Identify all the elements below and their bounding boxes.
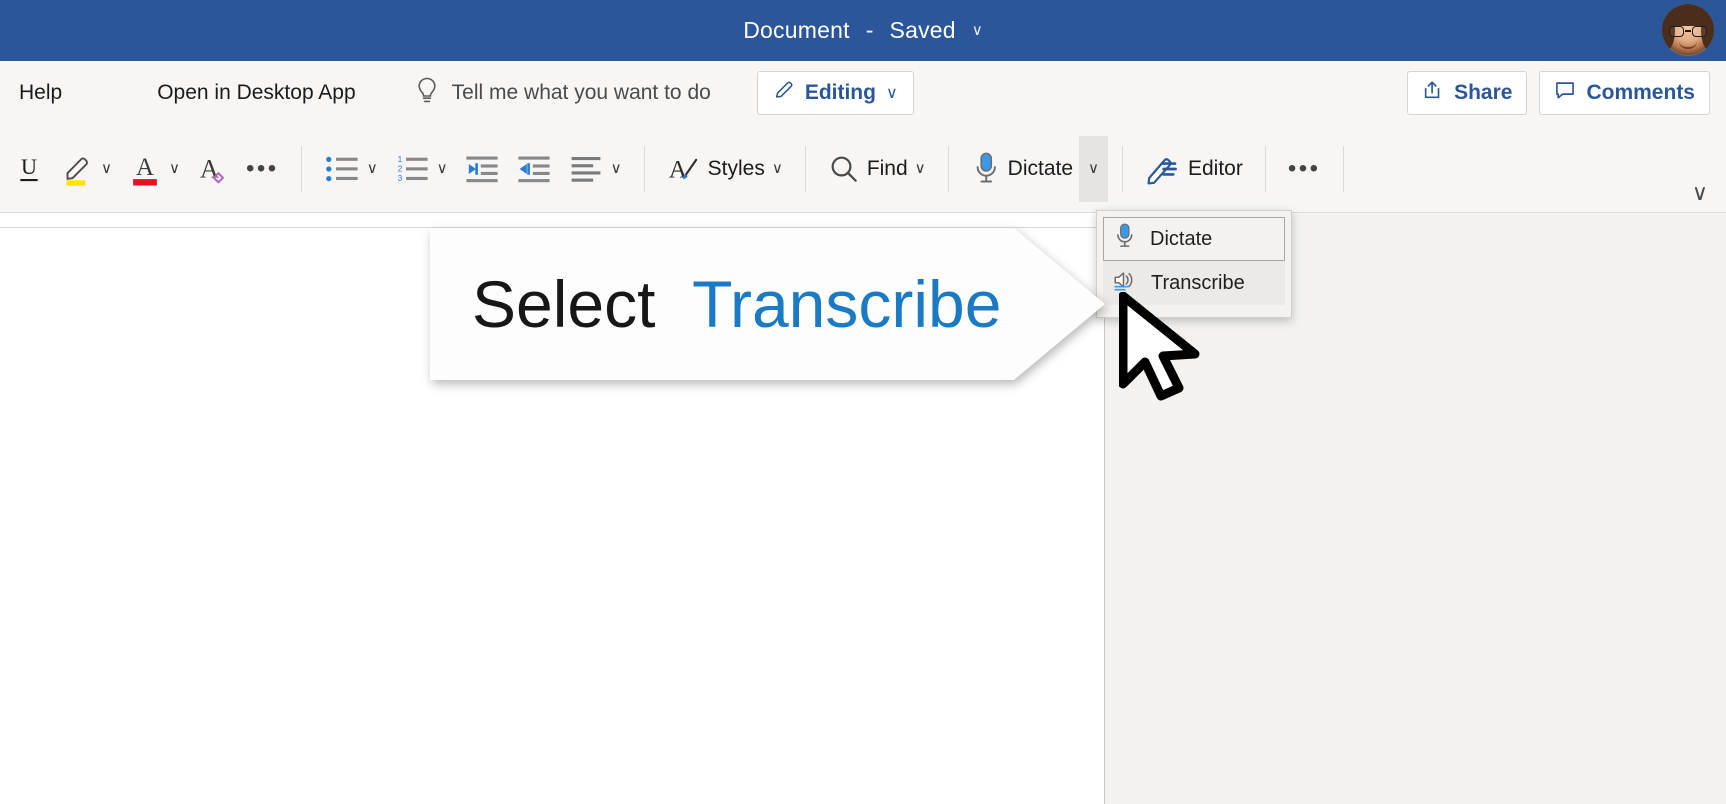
document-title: Document [743, 17, 850, 43]
lightbulb-icon [415, 76, 439, 111]
styles-chevron-down-icon[interactable]: ∨ [772, 161, 783, 176]
decrease-indent-icon [466, 156, 498, 182]
help-menu-item[interactable]: Help [19, 81, 62, 105]
collapse-ribbon-chevron-icon[interactable]: ∨ [1692, 180, 1708, 206]
styles-icon: A [668, 154, 697, 183]
comments-button[interactable]: Comments [1539, 71, 1710, 115]
svg-text:U: U [21, 153, 37, 178]
callout-prefix: Select [472, 267, 656, 341]
text-highlight-button[interactable]: ∨ [52, 143, 120, 195]
underline-button[interactable]: U [6, 143, 52, 195]
menu-item-dictate[interactable]: Dictate [1103, 217, 1285, 261]
styles-label: Styles [707, 156, 765, 180]
ribbon-divider-2 [643, 145, 645, 192]
callout-highlight-word: Transcribe [692, 267, 1002, 341]
command-bar: Help Open in Desktop App Tell me what yo… [0, 61, 1726, 125]
dictate-label: Dictate [1007, 156, 1074, 180]
menu-item-dictate-label: Dictate [1150, 227, 1213, 250]
font-color-chevron-down-icon[interactable]: ∨ [169, 161, 180, 176]
editor-label: Editor [1188, 156, 1243, 180]
editor-button[interactable]: Editor [1137, 143, 1251, 195]
alignment-button[interactable]: ∨ [560, 143, 630, 195]
text-highlight-icon [66, 157, 88, 186]
dictate-button[interactable]: Dictate [963, 143, 1077, 195]
numbered-list-icon: 1 2 3 [397, 153, 428, 183]
editor-pen-icon [1147, 157, 1177, 184]
ribbon-overflow-icon: ••• [1287, 154, 1321, 182]
editing-mode-button[interactable]: Editing ∨ [756, 71, 914, 115]
ribbon-divider-3 [804, 145, 806, 192]
svg-text:3: 3 [397, 173, 402, 183]
increase-indent-button[interactable] [508, 143, 560, 195]
ribbon-overflow-button[interactable]: ••• [1280, 143, 1329, 195]
tell-me-placeholder: Tell me what you want to do [451, 81, 711, 104]
svg-text:1: 1 [397, 153, 402, 163]
decrease-indent-button[interactable] [456, 143, 508, 195]
title-chevron-down-icon[interactable]: ∨ [972, 23, 983, 38]
instruction-callout: Select Transcribe [430, 228, 1105, 380]
pencil-icon [773, 79, 795, 107]
more-font-options-button[interactable]: ••• [238, 143, 287, 195]
callout-shape: Select Transcribe [430, 228, 1105, 380]
bulleted-list-icon [325, 156, 358, 181]
font-color-icon: A [133, 153, 157, 186]
avatar[interactable] [1662, 4, 1714, 56]
svg-text:A: A [668, 154, 687, 183]
share-button[interactable]: Share [1407, 71, 1528, 115]
mouse-pointer [1118, 291, 1217, 409]
alignment-chevron-down-icon[interactable]: ∨ [611, 161, 622, 176]
search-icon [831, 156, 857, 182]
callout-text: Select Transcribe [472, 271, 1001, 337]
align-left-icon [571, 156, 601, 182]
svg-text:2: 2 [397, 163, 402, 173]
open-in-desktop-app-button[interactable]: Open in Desktop App [157, 81, 355, 105]
editing-chevron-down-icon: ∨ [885, 85, 898, 102]
text-highlight-chevron-down-icon[interactable]: ∨ [101, 161, 112, 176]
document-title-group[interactable]: Document - Saved ∨ [743, 17, 983, 44]
comment-icon [1554, 79, 1576, 107]
comments-label: Comments [1586, 81, 1695, 104]
command-bar-right-group: Share Comments [1407, 71, 1710, 115]
dictate-dropdown-chevron-icon[interactable]: ∨ [1079, 135, 1108, 202]
tell-me-search[interactable]: Tell me what you want to do [415, 76, 711, 111]
ribbon-divider-6 [1264, 145, 1266, 192]
microphone-icon [1113, 222, 1137, 256]
numbered-list-chevron-down-icon[interactable]: ∨ [437, 161, 448, 176]
word-online-window: Document - Saved ∨ Help Open in Desktop … [0, 0, 1726, 804]
find-chevron-down-icon[interactable]: ∨ [915, 161, 926, 176]
svg-text:A: A [136, 153, 154, 180]
more-font-options-icon: ••• [245, 154, 279, 182]
title-separator: - [865, 17, 874, 43]
underline-icon: U [20, 153, 38, 181]
share-label: Share [1454, 81, 1513, 104]
title-bar: Document - Saved ∨ [0, 0, 1726, 61]
save-state-label: Saved [889, 17, 956, 43]
ribbon-divider-5 [1122, 145, 1123, 192]
increase-indent-icon [518, 156, 550, 182]
bulleted-list-button[interactable]: ∨ [316, 143, 386, 195]
ribbon-divider [300, 145, 302, 192]
numbered-list-button[interactable]: 1 2 3 ∨ [386, 143, 456, 195]
clear-formatting-button[interactable]: A [188, 143, 238, 195]
microphone-icon [976, 152, 996, 182]
ribbon-toolbar: U ∨ A ∨ A ••• ∨ 1 2 3 ∨ ∨ A Styles ∨ Fin… [0, 125, 1726, 213]
ribbon-divider-4 [947, 145, 949, 192]
bulleted-list-chevron-down-icon[interactable]: ∨ [367, 161, 378, 176]
ribbon-divider-7 [1342, 145, 1344, 192]
styles-button[interactable]: A Styles ∨ [659, 143, 791, 195]
find-button[interactable]: Find ∨ [820, 143, 934, 195]
avatar-smile [1679, 41, 1697, 49]
avatar-glasses-icon [1669, 26, 1707, 37]
font-color-button[interactable]: A ∨ [120, 143, 188, 195]
find-label: Find [866, 156, 908, 180]
editing-mode-label: Editing [804, 81, 876, 104]
clear-formatting-icon: A [200, 153, 224, 183]
share-icon [1422, 79, 1444, 107]
